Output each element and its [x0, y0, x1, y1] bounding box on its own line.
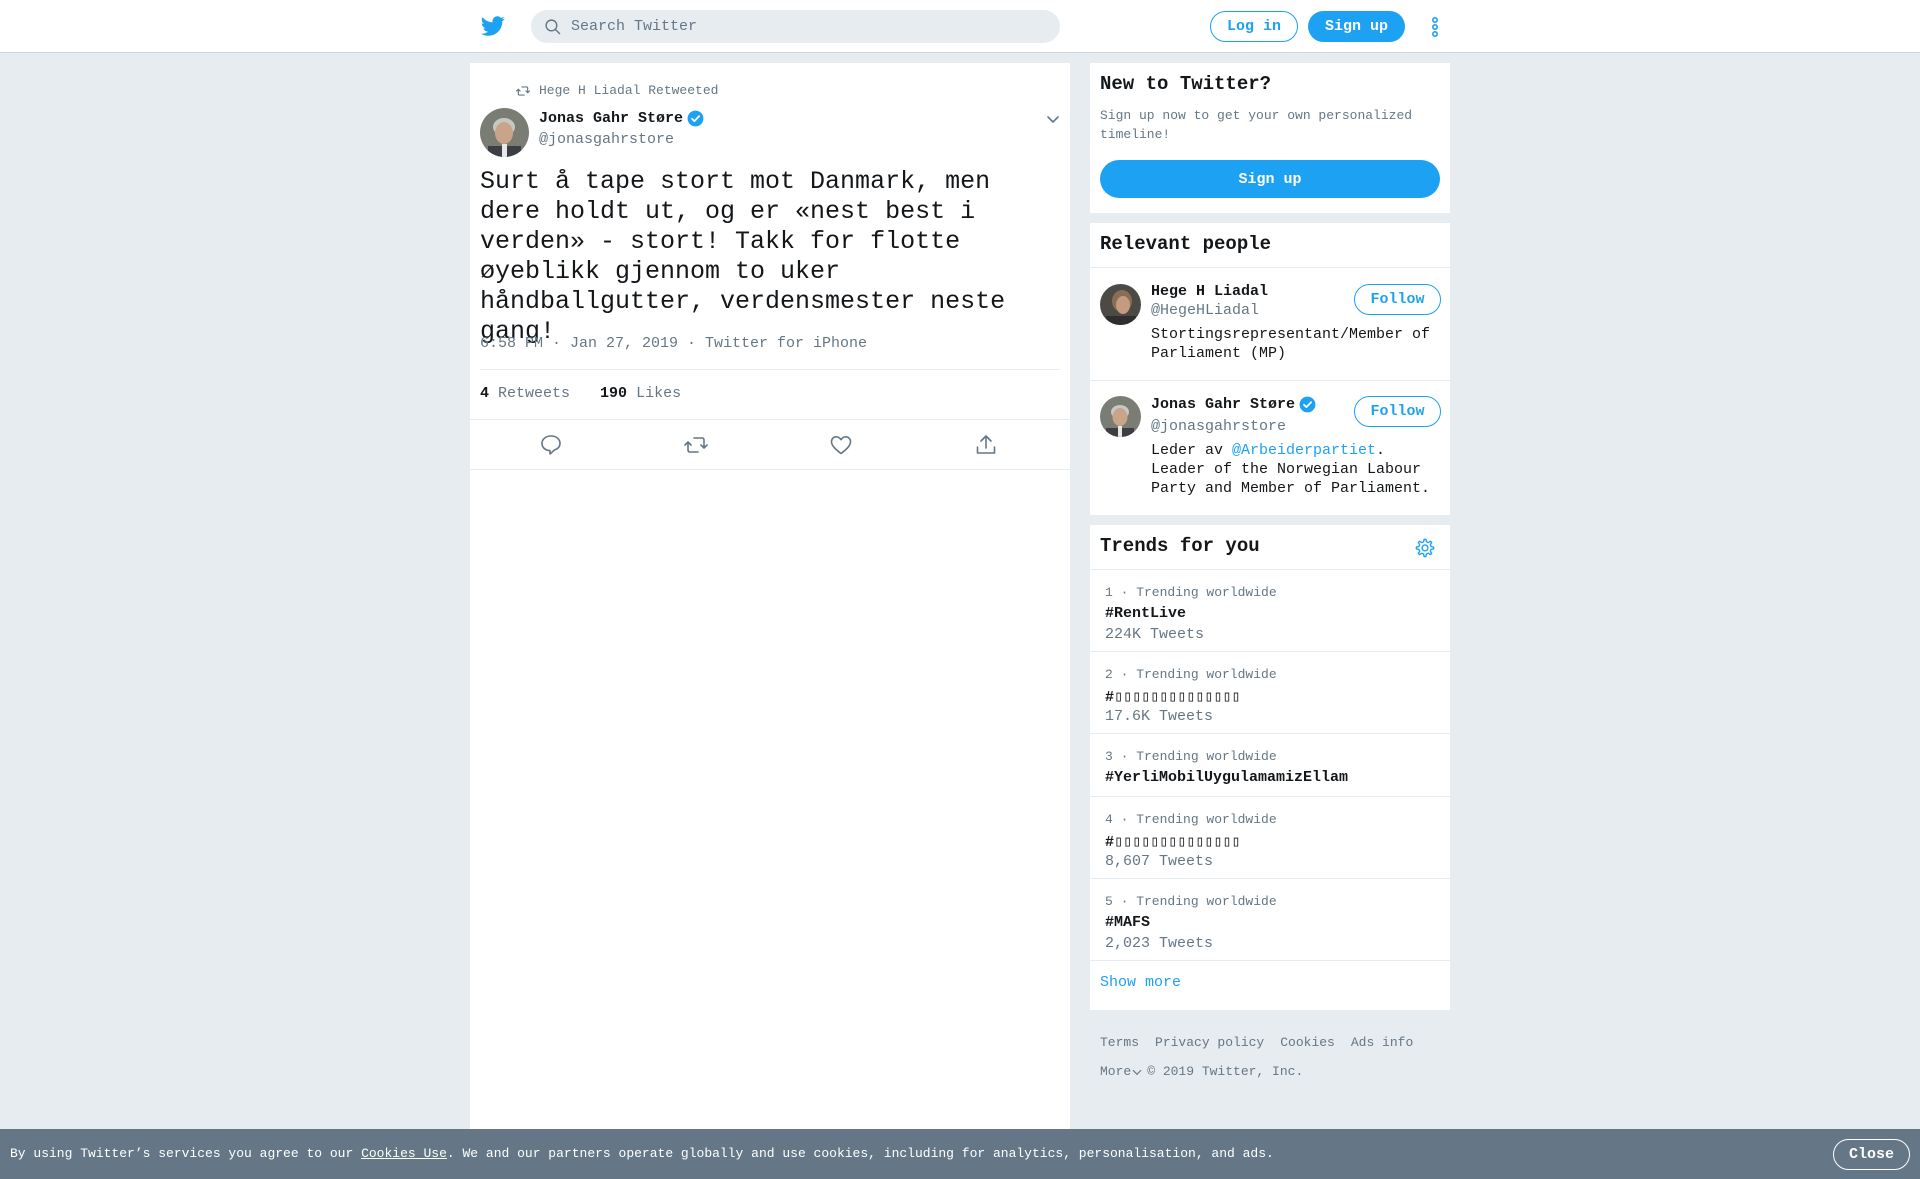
mention-link[interactable]: @Arbeiderpartiet: [1232, 442, 1376, 459]
new-to-twitter-card: New to Twitter? Sign up now to get your …: [1090, 63, 1450, 213]
person-bio: Leder av @Arbeiderpartiet. Leader of the…: [1151, 441, 1441, 498]
divider: [470, 419, 1070, 420]
search-icon: [545, 19, 561, 35]
trend-name: #RentLive: [1105, 605, 1187, 622]
cookie-banner: By using Twitter’s services you agree to…: [0, 1129, 1920, 1179]
retweets-stat[interactable]: 4 Retweets: [480, 385, 570, 402]
divider: [470, 469, 1070, 470]
footer-link-terms[interactable]: Terms: [1100, 1035, 1139, 1050]
person-avatar[interactable]: [1100, 396, 1141, 437]
footer-link-ads-info[interactable]: Ads info: [1351, 1035, 1413, 1050]
person-handle[interactable]: @jonasgahrstore: [1151, 418, 1286, 435]
trend-item[interactable]: 1 · Trending worldwide #RentLive 224K Tw…: [1090, 570, 1450, 651]
twitter-bird-icon[interactable]: [480, 14, 506, 38]
share-icon[interactable]: [974, 433, 998, 457]
trend-meta: 5 · Trending worldwide: [1105, 894, 1277, 909]
divider: [1090, 380, 1450, 381]
likes-label: Likes: [636, 385, 682, 402]
trend-name: #▯▯▯▯▯▯▯▯▯▯▯▯▯▯: [1105, 689, 1241, 706]
person-name[interactable]: Jonas Gahr Støre: [1151, 395, 1317, 414]
tweet-stats: 4 Retweets 190 Likes: [480, 385, 711, 402]
person-name-text: Jonas Gahr Støre: [1151, 396, 1296, 413]
login-button[interactable]: Log in: [1210, 11, 1298, 42]
retweet-context: Hege H Liadal Retweeted: [516, 83, 718, 98]
trend-meta: 4 · Trending worldwide: [1105, 812, 1277, 827]
divider: [480, 369, 1060, 370]
author-avatar[interactable]: [480, 108, 529, 157]
trend-count: 2,023 Tweets: [1105, 935, 1214, 952]
person-avatar[interactable]: [1100, 284, 1141, 325]
trend-item[interactable]: 3 · Trending worldwide #YerliMobilUygula…: [1090, 734, 1450, 796]
card-title: Trends for you: [1100, 535, 1260, 557]
divider: [1090, 267, 1450, 268]
trend-item[interactable]: 2 · Trending worldwide #▯▯▯▯▯▯▯▯▯▯▯▯▯▯ 1…: [1090, 652, 1450, 733]
retweets-label: Retweets: [498, 385, 571, 402]
verified-badge-icon: [687, 110, 704, 127]
author-name-text: Jonas Gahr Støre: [539, 110, 684, 127]
gear-icon[interactable]: [1414, 537, 1436, 559]
trend-count: 17.6K Tweets: [1105, 708, 1214, 725]
card-title: Relevant people: [1100, 233, 1272, 255]
tweet-text: Surt å tape stort mot Danmark, men dere …: [480, 167, 1006, 346]
search-input[interactable]: [571, 18, 1041, 35]
top-nav-bar: Log in Sign up: [0, 0, 1920, 53]
chevron-down-icon[interactable]: [1045, 111, 1061, 127]
tweet-timestamp[interactable]: 6:58 PM · Jan 27, 2019 · Twitter for iPh…: [480, 335, 867, 352]
chevron-down-icon: [1132, 1069, 1142, 1075]
trend-name: #▯▯▯▯▯▯▯▯▯▯▯▯▯▯: [1105, 834, 1241, 851]
show-more-link[interactable]: Show more: [1100, 974, 1181, 991]
cookie-text-before: By using Twitter’s services you agree to…: [10, 1146, 362, 1161]
reply-icon[interactable]: [539, 433, 563, 457]
trend-name: #YerliMobilUygulamamizEllam: [1105, 769, 1349, 786]
likes-stat[interactable]: 190 Likes: [600, 385, 681, 402]
retweets-count: 4: [480, 385, 490, 402]
follow-button[interactable]: Follow: [1354, 284, 1441, 315]
trend-count: 8,607 Tweets: [1105, 853, 1214, 870]
author-handle[interactable]: @jonasgahrstore: [539, 131, 674, 148]
copyright: © 2019 Twitter, Inc.: [1147, 1064, 1304, 1079]
person-handle[interactable]: @HegeHLiadal: [1151, 302, 1259, 319]
signup-button[interactable]: Sign up: [1100, 160, 1440, 198]
retweet-icon[interactable]: [684, 433, 708, 457]
footer-more-row: More © 2019 Twitter, Inc.: [1100, 1064, 1303, 1079]
author-name[interactable]: Jonas Gahr Støre: [539, 109, 705, 128]
trend-meta: 2 · Trending worldwide: [1105, 667, 1277, 682]
cookie-text-after: . We and our partners operate globally a…: [446, 1146, 1274, 1161]
divider: [1090, 960, 1450, 961]
tweet-detail-panel: Hege H Liadal Retweeted Jonas Gahr Støre…: [470, 63, 1070, 1179]
verified-badge-icon: [1299, 396, 1316, 413]
bio-text: Leder av: [1151, 442, 1233, 459]
cookie-text: By using Twitter’s services you agree to…: [10, 1146, 1274, 1161]
trend-item[interactable]: 5 · Trending worldwide #MAFS 2,023 Tweet…: [1090, 879, 1450, 960]
tweet-actions: [470, 421, 1070, 471]
signup-button-top[interactable]: Sign up: [1308, 11, 1405, 42]
footer-more-button[interactable]: More: [1100, 1064, 1143, 1079]
trends-card: Trends for you 1 · Trending worldwide #R…: [1090, 525, 1450, 1010]
footer-links: Terms Privacy policy Cookies Ads info: [1100, 1035, 1429, 1050]
retweeted-by-label: Hege H Liadal Retweeted: [539, 83, 719, 98]
cookies-use-link[interactable]: Cookies Use: [361, 1146, 447, 1161]
trend-item[interactable]: 4 · Trending worldwide #▯▯▯▯▯▯▯▯▯▯▯▯▯▯ 8…: [1090, 797, 1450, 878]
card-title: New to Twitter?: [1100, 73, 1272, 95]
relevant-people-card: Relevant people Hege H Liadal @HegeHLiad…: [1090, 223, 1450, 515]
likes-count: 190: [600, 385, 628, 402]
search-box[interactable]: [531, 10, 1060, 43]
follow-button[interactable]: Follow: [1354, 396, 1441, 427]
trend-meta: 3 · Trending worldwide: [1105, 749, 1277, 764]
person-name-text: Hege H Liadal: [1151, 283, 1269, 300]
person-bio: Stortingsrepresentant/Member of Parliame…: [1151, 326, 1431, 362]
retweet-small-icon: [516, 85, 530, 96]
footer-link-cookies[interactable]: Cookies: [1280, 1035, 1335, 1050]
trend-name: #MAFS: [1105, 914, 1151, 931]
person-name[interactable]: Hege H Liadal: [1151, 283, 1268, 300]
like-icon[interactable]: [829, 433, 853, 457]
vertical-dots-icon[interactable]: [1425, 15, 1445, 39]
close-button[interactable]: Close: [1833, 1139, 1910, 1170]
trend-count: 224K Tweets: [1105, 626, 1205, 643]
footer-link-privacy[interactable]: Privacy policy: [1155, 1035, 1264, 1050]
trend-meta: 1 · Trending worldwide: [1105, 585, 1277, 600]
footer-more-label: More: [1100, 1064, 1132, 1079]
card-subtitle: Sign up now to get your own personalized…: [1100, 108, 1413, 142]
